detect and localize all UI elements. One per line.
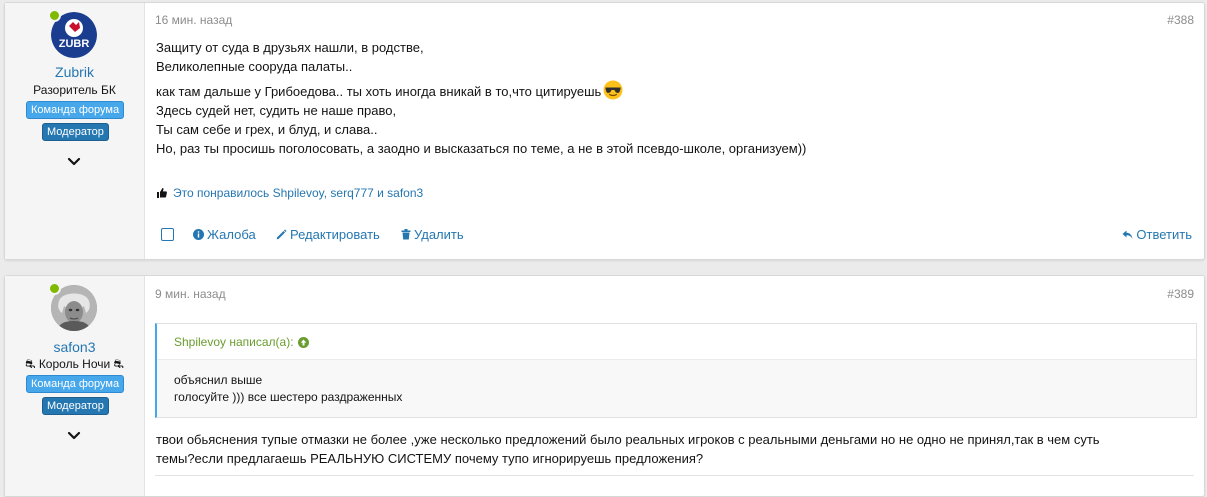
edit-label: Редактировать	[290, 227, 380, 242]
post-388: ZUBR Zubrik Разоритель БК Команда форума…	[4, 2, 1205, 260]
message-line: твои обьяснения тупые отмазки не более ,…	[156, 432, 1100, 447]
trash-icon	[401, 229, 411, 240]
quote-line: объяснил выше	[174, 373, 263, 387]
chevron-down-icon[interactable]	[67, 429, 81, 443]
username[interactable]: Zubrik	[5, 64, 144, 80]
quote-body: объяснил выше голосуйте ))) все шестеро …	[174, 372, 402, 406]
quote-author-link[interactable]: Shpilevoy написал(а):	[174, 335, 309, 349]
quote-header: Shpilevoy написал(а):	[157, 324, 1196, 360]
reply-icon	[1122, 230, 1133, 240]
message-line: Защиту от суда в друзьях нашли, в родств…	[156, 40, 424, 55]
message-line: Великолепные сооруда палаты..	[156, 59, 353, 74]
reply-label: Ответить	[1136, 227, 1192, 242]
post-number[interactable]: #388	[1167, 13, 1194, 27]
quote-author: Shpilevoy написал(а):	[174, 335, 294, 349]
message-line: темы?если предлагаешь РЕАЛЬНУЮ СИСТЕМУ п…	[156, 451, 704, 466]
message-line: Здесь судей нет, судить не наше право,	[156, 103, 397, 118]
online-indicator	[48, 9, 61, 22]
likes-text[interactable]: Это понравилось Shpilevoy, serq777 и saf…	[173, 186, 423, 200]
quote-line: голосуйте ))) все шестеро раздраженных	[174, 390, 403, 404]
message-line-with-emoji: как там дальше у Грибоедова.. ты хоть ин…	[156, 80, 806, 101]
pencil-icon	[276, 229, 287, 240]
info-icon	[193, 229, 204, 240]
delete-label: Удалить	[414, 227, 464, 242]
online-indicator	[48, 282, 61, 295]
post-number[interactable]: #389	[1167, 287, 1194, 301]
avatar-logo-text: ZUBR	[59, 38, 90, 50]
report-button[interactable]: Жалоба	[193, 227, 256, 242]
reply-button[interactable]: Ответить	[1122, 227, 1192, 242]
arrow-up-circle-icon[interactable]	[297, 337, 309, 348]
message-line: Ты сам себе и грех, и блуд, и слава..	[156, 122, 378, 137]
username[interactable]: safon3	[5, 339, 144, 355]
divider	[155, 475, 1194, 476]
message-line: Но, раз ты просишь поголосовать, а заодн…	[156, 141, 807, 156]
banner-moderator: Модератор	[42, 123, 109, 141]
user-pane: ZUBR Zubrik Разоритель БК Команда форума…	[5, 3, 145, 259]
post-message: твои обьяснения тупые отмазки не более ,…	[156, 430, 1100, 468]
message-line: как там дальше у Грибоедова.. ты хоть ин…	[156, 84, 602, 99]
user-title: ⛐ Король Ночи ⛐	[25, 357, 124, 371]
likes-bar[interactable]: Это понравилось Shpilevoy, serq777 и saf…	[156, 186, 423, 200]
post-message: Защиту от суда в друзьях нашли, в родств…	[156, 38, 806, 158]
select-post-checkbox[interactable]	[161, 228, 174, 241]
banner-forum-team: Команда форума	[26, 101, 125, 119]
sunglasses-emoji-icon	[603, 80, 623, 100]
post-time[interactable]: 16 мин. назад	[155, 13, 232, 27]
edit-button[interactable]: Редактировать	[276, 227, 380, 242]
banner-forum-team: Команда форума	[26, 375, 125, 393]
user-pane: safon3 ⛐ Король Ночи ⛐ Команда форума Мо…	[5, 276, 145, 496]
chevron-down-icon[interactable]	[67, 155, 81, 169]
report-label: Жалоба	[207, 227, 256, 242]
user-title: Разоритель БК	[33, 83, 116, 97]
post-389: safon3 ⛐ Король Ночи ⛐ Команда форума Мо…	[4, 275, 1205, 497]
banner-moderator: Модератор	[42, 397, 109, 415]
post-time[interactable]: 9 мин. назад	[155, 287, 226, 301]
thumbs-up-icon	[156, 187, 168, 199]
delete-button[interactable]: Удалить	[401, 227, 464, 242]
post-actions: Жалоба Редактировать Удалить Ответить	[161, 227, 1192, 245]
quote-block: Shpilevoy написал(а): объяснил выше голо…	[155, 323, 1197, 418]
